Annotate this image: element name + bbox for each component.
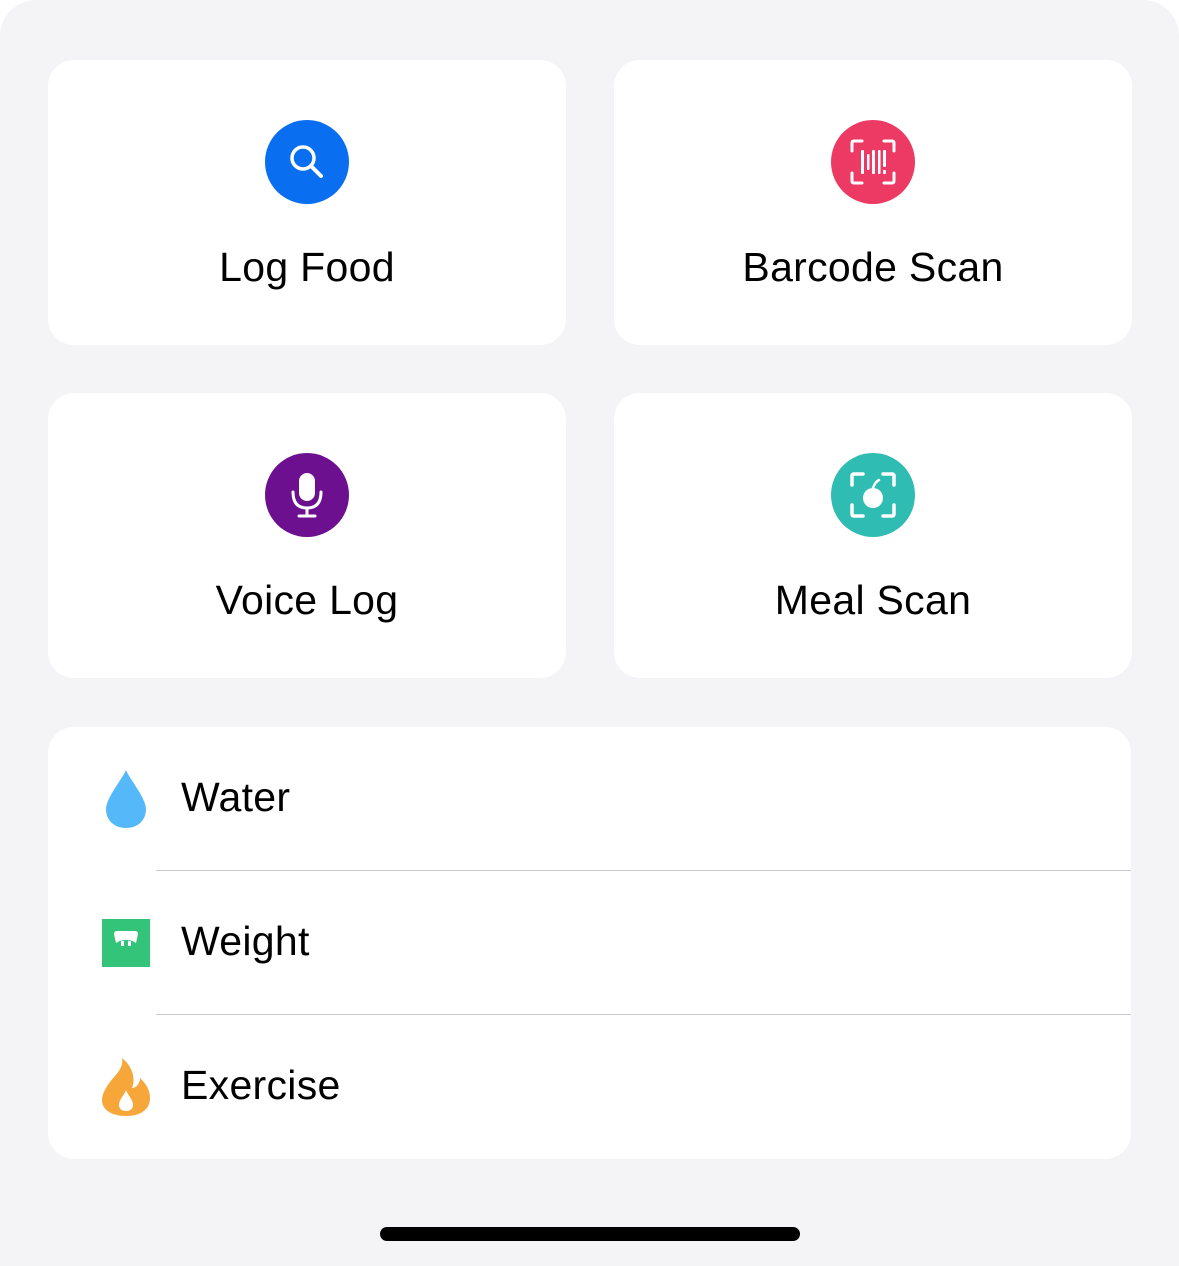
list-item-exercise[interactable]: Exercise (48, 1015, 1131, 1159)
meal-scan-button[interactable]: Meal Scan (614, 393, 1132, 678)
barcode-scan-label: Barcode Scan (742, 244, 1004, 290)
scale-icon (98, 911, 154, 975)
microphone-icon (265, 453, 349, 537)
home-indicator[interactable] (380, 1227, 800, 1241)
flame-icon (98, 1055, 154, 1119)
voice-log-button[interactable]: Voice Log (48, 393, 566, 678)
weight-label: Weight (181, 918, 310, 964)
meal-scan-label: Meal Scan (774, 577, 972, 623)
voice-log-label: Voice Log (215, 577, 399, 623)
barcode-icon (831, 120, 915, 204)
list-item-weight[interactable]: Weight (48, 871, 1131, 1015)
list-item-water[interactable]: Water (48, 727, 1131, 871)
add-entry-sheet: Log Food Barcode Scan Voice Log Meal Sca… (0, 0, 1179, 1266)
search-icon (265, 120, 349, 204)
log-food-label: Log Food (219, 244, 395, 290)
exercise-label: Exercise (181, 1062, 341, 1108)
water-drop-icon (98, 767, 154, 831)
log-food-button[interactable]: Log Food (48, 60, 566, 345)
water-label: Water (181, 774, 291, 820)
meal-scan-icon (831, 453, 915, 537)
barcode-scan-button[interactable]: Barcode Scan (614, 60, 1132, 345)
tracking-list: Water Weight Exercise (48, 727, 1131, 1159)
